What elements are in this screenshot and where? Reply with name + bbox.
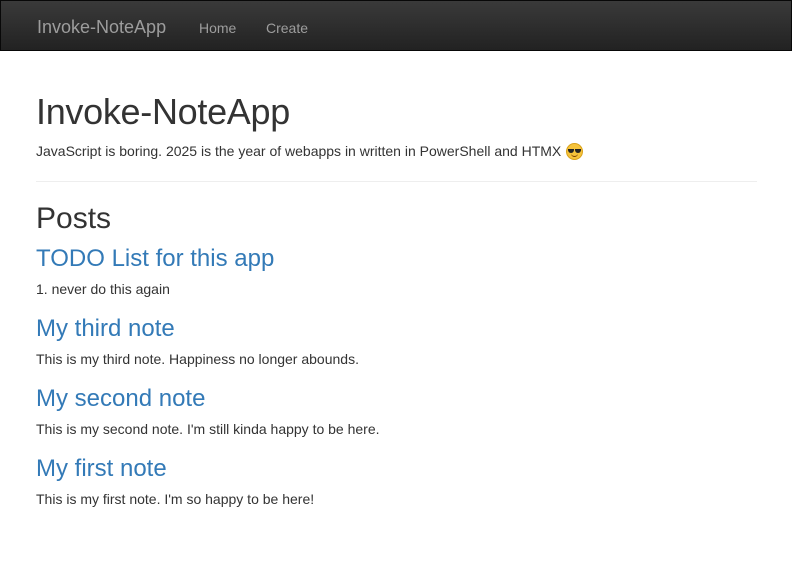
post-body: This is my first note. I'm so happy to b… — [36, 491, 315, 507]
post-item: My second note This is my second note. I… — [36, 384, 757, 438]
top-navbar: Invoke-NoteApp Home Create — [0, 0, 792, 51]
tagline-text: JavaScript is boring. 2025 is the year o… — [36, 143, 562, 159]
header-divider — [36, 181, 757, 182]
post-title-link[interactable]: My first note — [36, 454, 757, 484]
post-item: My third note This is my third note. Hap… — [36, 314, 757, 368]
navbar-brand-link[interactable]: Invoke-NoteApp — [37, 15, 166, 39]
post-title-link[interactable]: My second note — [36, 384, 757, 414]
posts-heading: Posts — [36, 202, 112, 235]
nav-link-create[interactable]: Create — [266, 18, 308, 38]
post-body: This is my second note. I'm still kinda … — [36, 421, 380, 437]
page-title: Invoke-NoteApp — [36, 91, 290, 132]
post-body: 1. never do this again — [36, 281, 170, 297]
main-content: Invoke-NoteApp JavaScript is boring. 202… — [36, 90, 757, 508]
post-title-link[interactable]: TODO List for this app — [36, 244, 757, 274]
post-title-link[interactable]: My third note — [36, 314, 757, 344]
smiling-face-with-sunglasses-icon — [566, 142, 584, 160]
post-body: This is my third note. Happiness no long… — [36, 351, 359, 367]
post-item: My first note This is my first note. I'm… — [36, 454, 757, 508]
nav-link-home[interactable]: Home — [199, 18, 236, 38]
tagline: JavaScript is boring. 2025 is the year o… — [36, 142, 757, 160]
post-item: TODO List for this app 1. never do this … — [36, 244, 757, 298]
